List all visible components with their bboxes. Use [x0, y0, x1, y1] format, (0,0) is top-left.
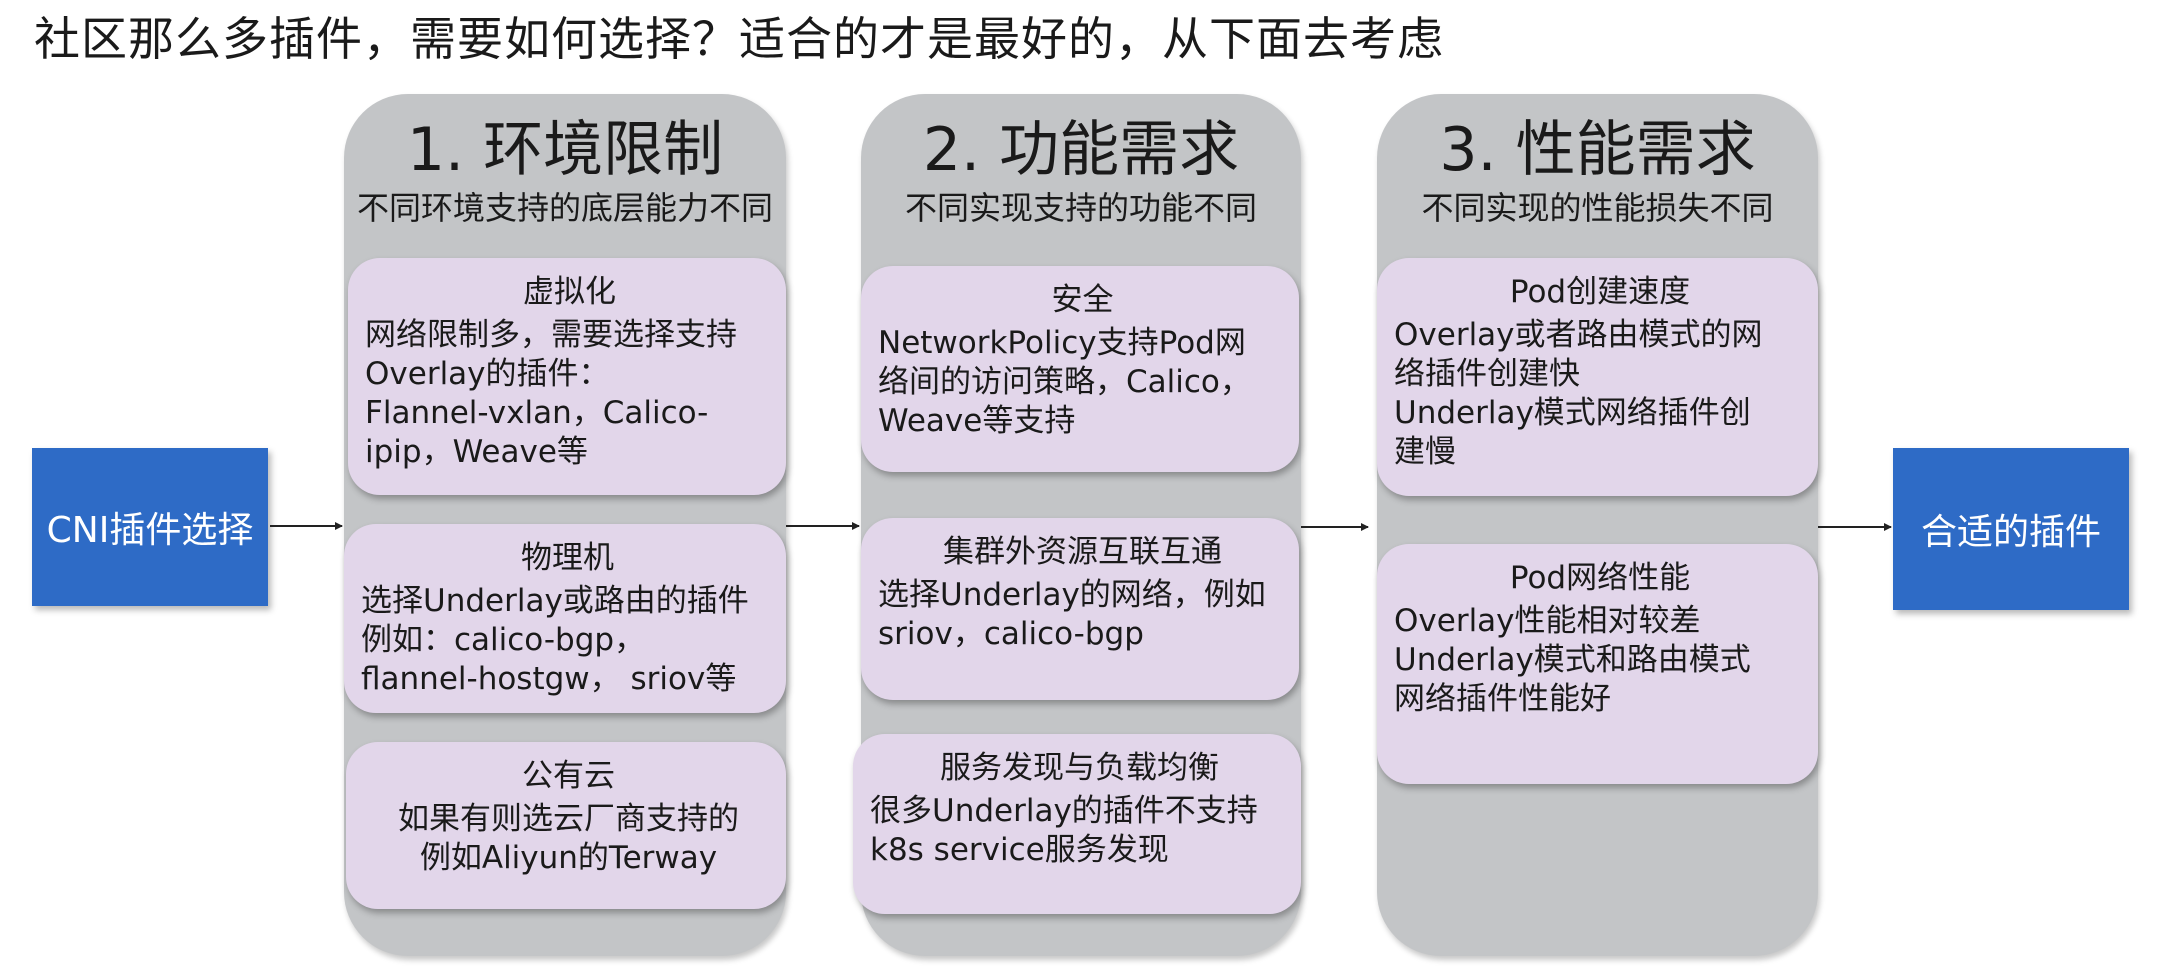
connector-arrows	[270, 522, 1892, 531]
